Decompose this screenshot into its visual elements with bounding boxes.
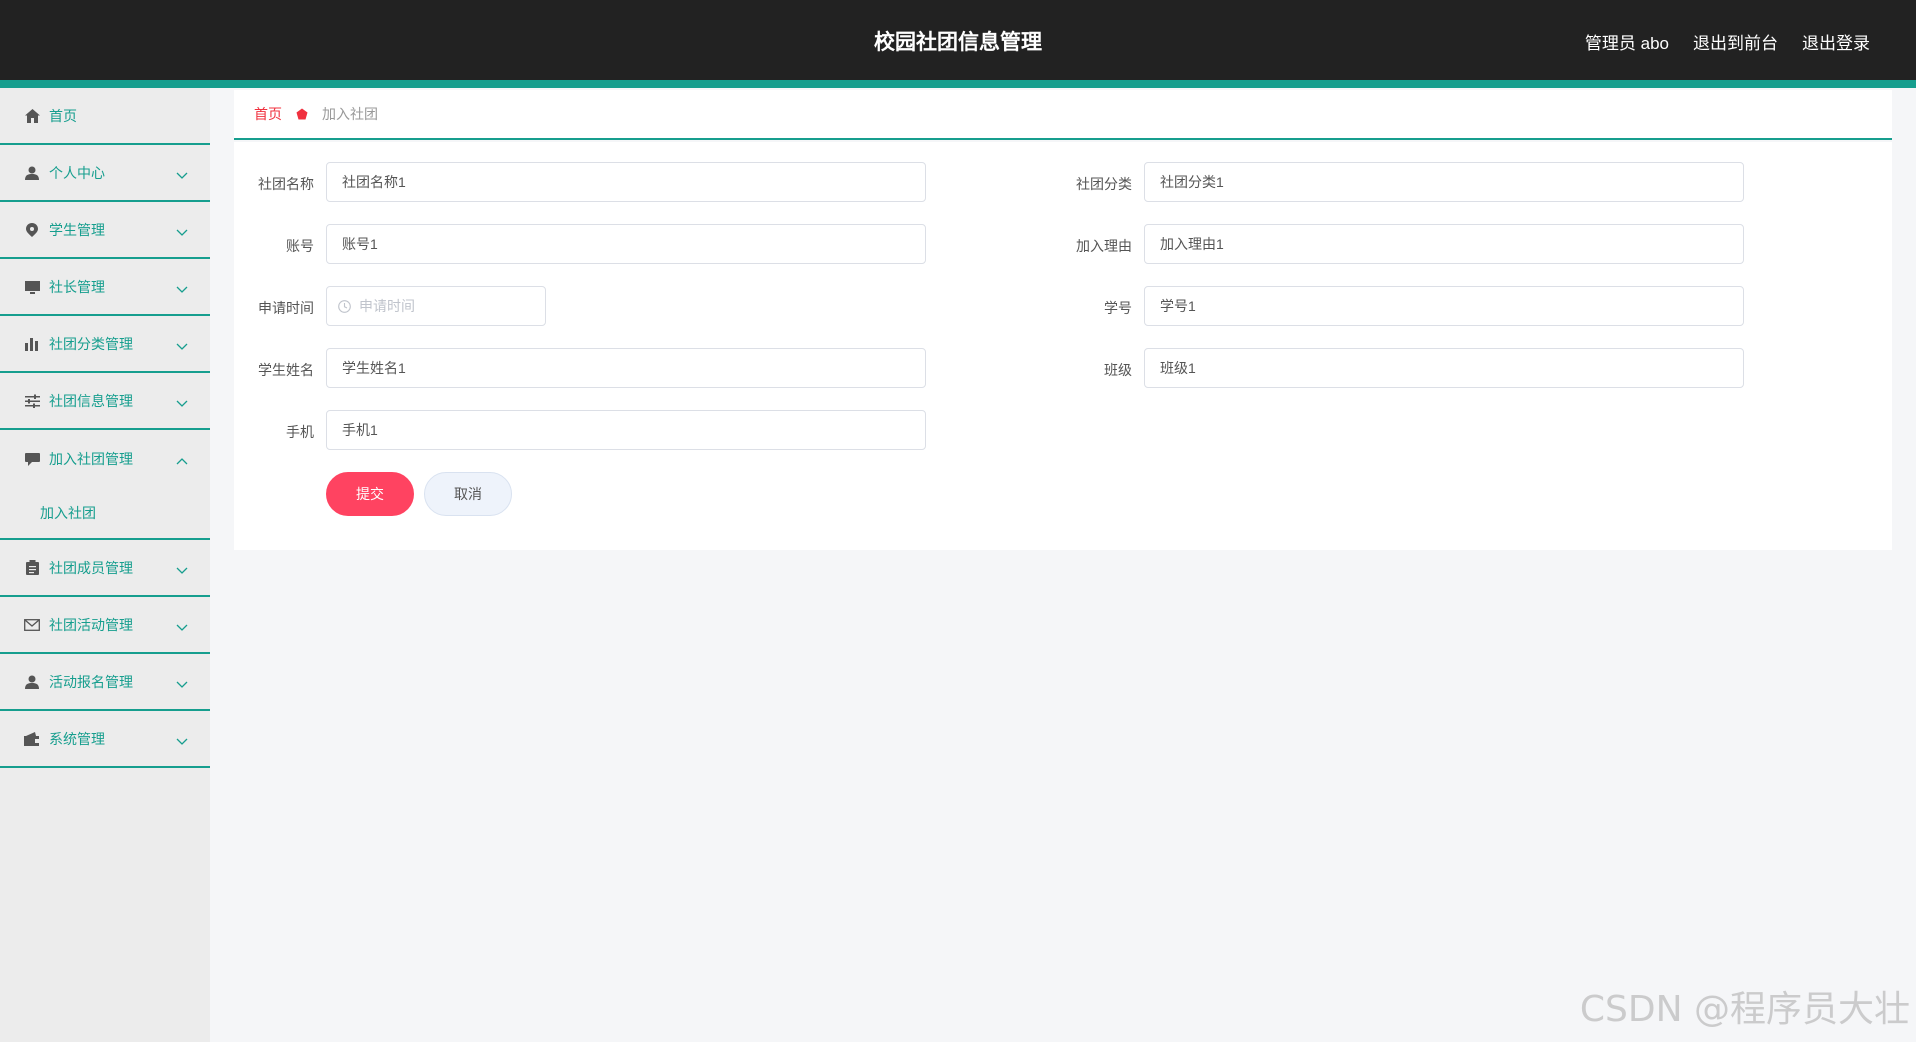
chevron-down-icon	[176, 167, 188, 183]
submit-button[interactable]: 提交	[326, 472, 414, 516]
user-icon	[24, 165, 40, 181]
bar-chart-icon	[24, 336, 40, 352]
breadcrumb-current: 加入社团	[322, 106, 378, 122]
sidebar-subitem-join-club[interactable]: 加入社团	[0, 487, 210, 540]
sidebar-item-presidents[interactable]: 社长管理	[0, 259, 210, 316]
join-reason-input[interactable]	[1144, 224, 1744, 264]
sidebar-item-label: 社团信息管理	[49, 392, 133, 409]
mail-icon	[24, 617, 40, 633]
cancel-button[interactable]: 取消	[424, 472, 512, 516]
student-name-label: 学生姓名	[258, 362, 314, 378]
home-icon	[24, 108, 40, 124]
sidebar-item-join-club-mgmt[interactable]: 加入社团管理	[0, 430, 210, 487]
chevron-down-icon	[176, 395, 188, 411]
sliders-icon	[24, 393, 40, 409]
admin-user-label[interactable]: 管理员 abo	[1585, 29, 1669, 54]
student-name-input[interactable]	[326, 348, 926, 388]
monitor-icon	[24, 279, 40, 295]
wallet-icon	[24, 731, 40, 747]
sidebar-item-label: 个人中心	[49, 164, 105, 181]
sidebar-item-students[interactable]: 学生管理	[0, 202, 210, 259]
sidebar-item-club-categories[interactable]: 社团分类管理	[0, 316, 210, 373]
student-no-input[interactable]	[1144, 286, 1744, 326]
sidebar-item-club-members[interactable]: 社团成员管理	[0, 540, 210, 597]
sidebar-item-profile[interactable]: 个人中心	[0, 145, 210, 202]
join-reason-label: 加入理由	[1076, 238, 1132, 254]
sidebar-item-label: 活动报名管理	[49, 673, 133, 690]
exit-to-front-link[interactable]: 退出到前台	[1693, 29, 1778, 54]
sidebar-item-label: 首页	[49, 107, 77, 124]
breadcrumb-home[interactable]: 首页	[254, 104, 282, 124]
account-label: 账号	[286, 238, 314, 254]
top-bar-accent	[0, 80, 1916, 88]
watermark: CSDN @程序员大壮	[1579, 989, 1910, 1030]
sidebar-item-label: 社团活动管理	[49, 616, 133, 633]
class-input[interactable]	[1144, 348, 1744, 388]
logout-link[interactable]: 退出登录	[1802, 29, 1870, 54]
chat-icon	[24, 451, 40, 467]
club-category-label: 社团分类	[1076, 176, 1132, 192]
apply-time-label: 申请时间	[258, 300, 314, 316]
sidebar-item-label: 学生管理	[49, 221, 105, 238]
sidebar-item-activity-signup[interactable]: 活动报名管理	[0, 654, 210, 711]
breadcrumb: 首页 加入社团	[234, 90, 1892, 140]
sidebar-item-system[interactable]: 系统管理	[0, 711, 210, 768]
top-actions: 管理员 abo 退出到前台 退出登录	[1585, 29, 1870, 54]
sidebar: 首页 个人中心 学生管理 社长管理 社团分类管理 社团信息管理 加入社团管理 加…	[0, 88, 210, 1042]
clipboard-icon	[24, 560, 40, 576]
join-club-form: 社团名称 社团分类 账号 加入理由 申请时间 学号 学生姓名 班级 手机 提交 …	[234, 142, 1892, 550]
account-input[interactable]	[326, 224, 926, 264]
club-name-label: 社团名称	[258, 176, 314, 192]
student-no-label: 学号	[1104, 300, 1132, 316]
class-label: 班级	[1104, 362, 1132, 378]
chevron-down-icon	[176, 281, 188, 297]
phone-label: 手机	[286, 424, 314, 440]
chevron-down-icon	[176, 733, 188, 749]
chevron-down-icon	[176, 619, 188, 635]
sidebar-item-club-info[interactable]: 社团信息管理	[0, 373, 210, 430]
sidebar-item-club-activities[interactable]: 社团活动管理	[0, 597, 210, 654]
sidebar-item-label: 加入社团管理	[49, 450, 133, 467]
chevron-down-icon	[176, 338, 188, 354]
phone-input[interactable]	[326, 410, 926, 450]
chevron-down-icon	[176, 562, 188, 578]
sidebar-item-label: 社长管理	[49, 278, 105, 295]
chevron-up-icon	[176, 452, 188, 468]
breadcrumb-separator-icon	[296, 108, 308, 120]
location-icon	[24, 222, 40, 238]
apply-time-picker[interactable]	[326, 286, 546, 326]
club-name-input[interactable]	[326, 162, 926, 202]
clock-icon	[338, 300, 351, 316]
chevron-down-icon	[176, 224, 188, 240]
sidebar-item-label: 社团成员管理	[49, 559, 133, 576]
user-icon	[24, 674, 40, 690]
sidebar-item-label: 社团分类管理	[49, 335, 133, 352]
chevron-down-icon	[176, 676, 188, 692]
sidebar-item-label: 系统管理	[49, 730, 105, 747]
club-category-input[interactable]	[1144, 162, 1744, 202]
top-bar: 校园社团信息管理 管理员 abo 退出到前台 退出登录	[0, 0, 1916, 80]
sidebar-item-home[interactable]: 首页	[0, 88, 210, 145]
